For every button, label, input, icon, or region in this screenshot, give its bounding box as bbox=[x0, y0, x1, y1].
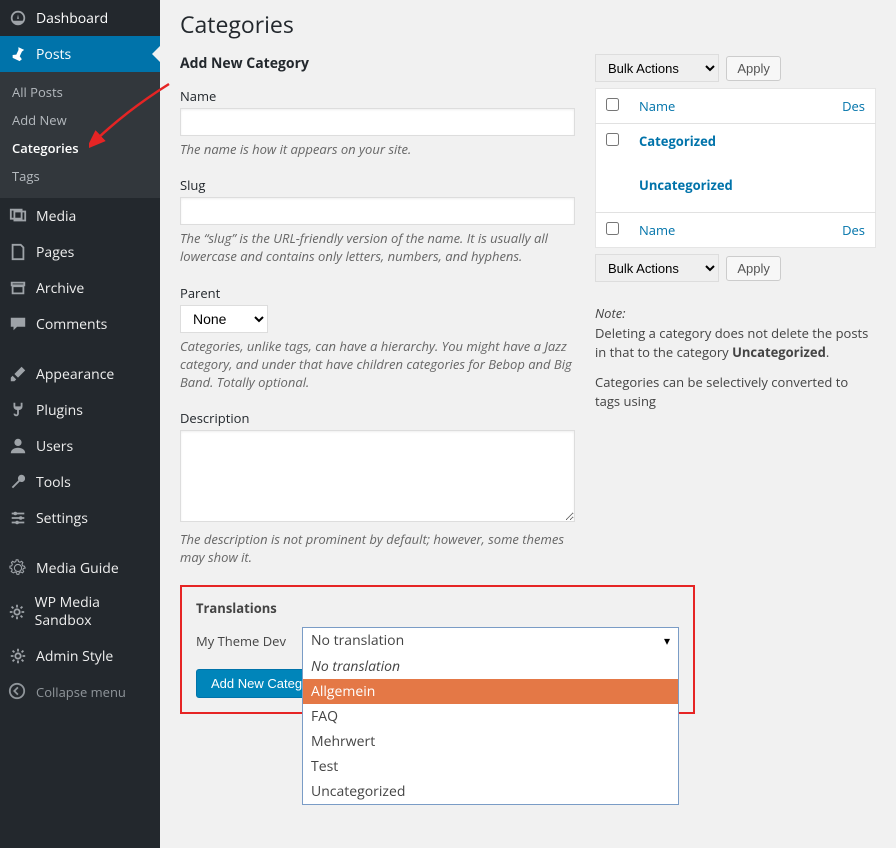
category-link[interactable]: Categorized bbox=[639, 132, 716, 150]
gear-icon bbox=[8, 558, 28, 578]
gear-icon bbox=[8, 602, 27, 622]
select-all-checkbox-bottom[interactable] bbox=[606, 222, 619, 235]
table-row: Categorized bbox=[596, 124, 876, 159]
translation-select[interactable]: No translation bbox=[302, 627, 679, 655]
posts-submenu: All Posts Add New Categories Tags bbox=[0, 72, 160, 198]
sidebar-item-plugins[interactable]: Plugins bbox=[0, 392, 160, 428]
sidebar-item-settings[interactable]: Settings bbox=[0, 500, 160, 536]
sidebar-item-label: Admin Style bbox=[36, 647, 113, 666]
sidebar-item-label: Appearance bbox=[36, 365, 114, 384]
parent-select[interactable]: None bbox=[180, 305, 268, 333]
sidebar-item-label: Posts bbox=[36, 45, 71, 64]
sidebar-item-comments[interactable]: Comments bbox=[0, 306, 160, 342]
page-title: Categories bbox=[180, 0, 876, 54]
brush-icon bbox=[8, 364, 28, 384]
sidebar-item-label: Settings bbox=[36, 509, 88, 528]
submenu-all-posts[interactable]: All Posts bbox=[0, 78, 160, 106]
column-description[interactable]: Des bbox=[842, 221, 865, 239]
collapse-icon bbox=[8, 682, 28, 702]
parent-label: Parent bbox=[180, 284, 575, 302]
sidebar-item-pages[interactable]: Pages bbox=[0, 234, 160, 270]
sidebar-item-admin-style[interactable]: Admin Style bbox=[0, 638, 160, 674]
translation-option[interactable]: No translation bbox=[303, 654, 678, 679]
gear-icon bbox=[8, 646, 28, 666]
name-help: The name is how it appears on your site. bbox=[180, 140, 575, 158]
sidebar-item-media-guide[interactable]: Media Guide bbox=[0, 550, 160, 586]
column-description[interactable]: Des bbox=[842, 97, 865, 115]
translation-option[interactable]: Mehrwert bbox=[303, 729, 678, 754]
wrench-icon bbox=[8, 472, 28, 492]
translation-dropdown: No translation Allgemein FAQ Mehrwert Te… bbox=[302, 654, 679, 805]
sidebar-item-label: Dashboard bbox=[36, 9, 108, 28]
translations-heading: Translations bbox=[196, 599, 679, 617]
note-label: Note: bbox=[595, 304, 626, 322]
translations-panel: Translations My Theme Dev No translation… bbox=[180, 585, 695, 714]
sidebar-item-dashboard[interactable]: Dashboard bbox=[0, 0, 160, 36]
row-checkbox[interactable] bbox=[606, 133, 619, 146]
sidebar-item-label: Pages bbox=[36, 243, 74, 262]
category-link[interactable]: Uncategorized bbox=[639, 176, 733, 194]
sidebar-item-label: Media Guide bbox=[36, 559, 119, 578]
sidebar-item-posts[interactable]: Posts bbox=[0, 36, 160, 72]
category-table: Name Des Categorized Uncategorized bbox=[595, 88, 876, 248]
column-name[interactable]: Name bbox=[639, 97, 675, 115]
sidebar-item-label: Tools bbox=[36, 473, 71, 492]
translation-option[interactable]: Allgemein bbox=[303, 679, 678, 704]
translation-site-label: My Theme Dev bbox=[196, 632, 292, 650]
page-icon bbox=[8, 242, 28, 262]
translation-option[interactable]: FAQ bbox=[303, 704, 678, 729]
description-help: The description is not prominent by defa… bbox=[180, 530, 575, 566]
bulk-actions-select-top[interactable]: Bulk Actions bbox=[595, 54, 719, 82]
form-heading: Add New Category bbox=[180, 54, 575, 73]
sidebar-item-archive[interactable]: Archive bbox=[0, 270, 160, 306]
name-label: Name bbox=[180, 87, 575, 105]
sidebar-item-label: Archive bbox=[36, 279, 84, 298]
description-label: Description bbox=[180, 409, 575, 427]
name-input[interactable] bbox=[180, 108, 575, 136]
sliders-icon bbox=[8, 508, 28, 528]
apply-button-bottom[interactable]: Apply bbox=[726, 256, 781, 281]
bulk-actions-select-bottom[interactable]: Bulk Actions bbox=[595, 254, 719, 282]
main-content: Categories Add New Category Name The nam… bbox=[160, 0, 896, 848]
sidebar-item-label: Media bbox=[36, 207, 76, 226]
slug-input[interactable] bbox=[180, 197, 575, 225]
add-category-form: Add New Category Name The name is how it… bbox=[180, 54, 575, 714]
sidebar-item-label: WP Media Sandbox bbox=[35, 594, 152, 630]
archive-icon bbox=[8, 278, 28, 298]
apply-button-top[interactable]: Apply bbox=[726, 56, 781, 81]
column-name[interactable]: Name bbox=[639, 221, 675, 239]
note-block: Note: Deleting a category does not delet… bbox=[595, 304, 876, 412]
sidebar-item-appearance[interactable]: Appearance bbox=[0, 356, 160, 392]
translation-option[interactable]: Test bbox=[303, 754, 678, 779]
select-all-checkbox[interactable] bbox=[606, 98, 619, 111]
sidebar-item-wp-media-sandbox[interactable]: WP Media Sandbox bbox=[0, 586, 160, 638]
translation-option[interactable]: Uncategorized bbox=[303, 779, 678, 804]
submenu-categories[interactable]: Categories bbox=[0, 134, 160, 162]
sidebar-item-label: Users bbox=[36, 437, 73, 456]
slug-label: Slug bbox=[180, 176, 575, 194]
pin-icon bbox=[8, 44, 28, 64]
media-icon bbox=[8, 206, 28, 226]
parent-help: Categories, unlike tags, can have a hier… bbox=[180, 337, 575, 392]
sidebar-item-media[interactable]: Media bbox=[0, 198, 160, 234]
submenu-add-new[interactable]: Add New bbox=[0, 106, 160, 134]
sidebar-item-users[interactable]: Users bbox=[0, 428, 160, 464]
collapse-label: Collapse menu bbox=[36, 683, 126, 701]
sidebar-item-label: Plugins bbox=[36, 401, 83, 420]
table-row: Uncategorized bbox=[596, 158, 876, 213]
plug-icon bbox=[8, 400, 28, 420]
dashboard-icon bbox=[8, 8, 28, 28]
sidebar-item-label: Comments bbox=[36, 315, 107, 334]
collapse-menu[interactable]: Collapse menu bbox=[0, 674, 160, 710]
submenu-tags[interactable]: Tags bbox=[0, 162, 160, 190]
user-icon bbox=[8, 436, 28, 456]
admin-sidebar: Dashboard Posts All Posts Add New Catego… bbox=[0, 0, 160, 848]
comment-icon bbox=[8, 314, 28, 334]
sidebar-item-tools[interactable]: Tools bbox=[0, 464, 160, 500]
slug-help: The “slug” is the URL-friendly version o… bbox=[180, 229, 575, 265]
description-input[interactable] bbox=[180, 430, 575, 522]
